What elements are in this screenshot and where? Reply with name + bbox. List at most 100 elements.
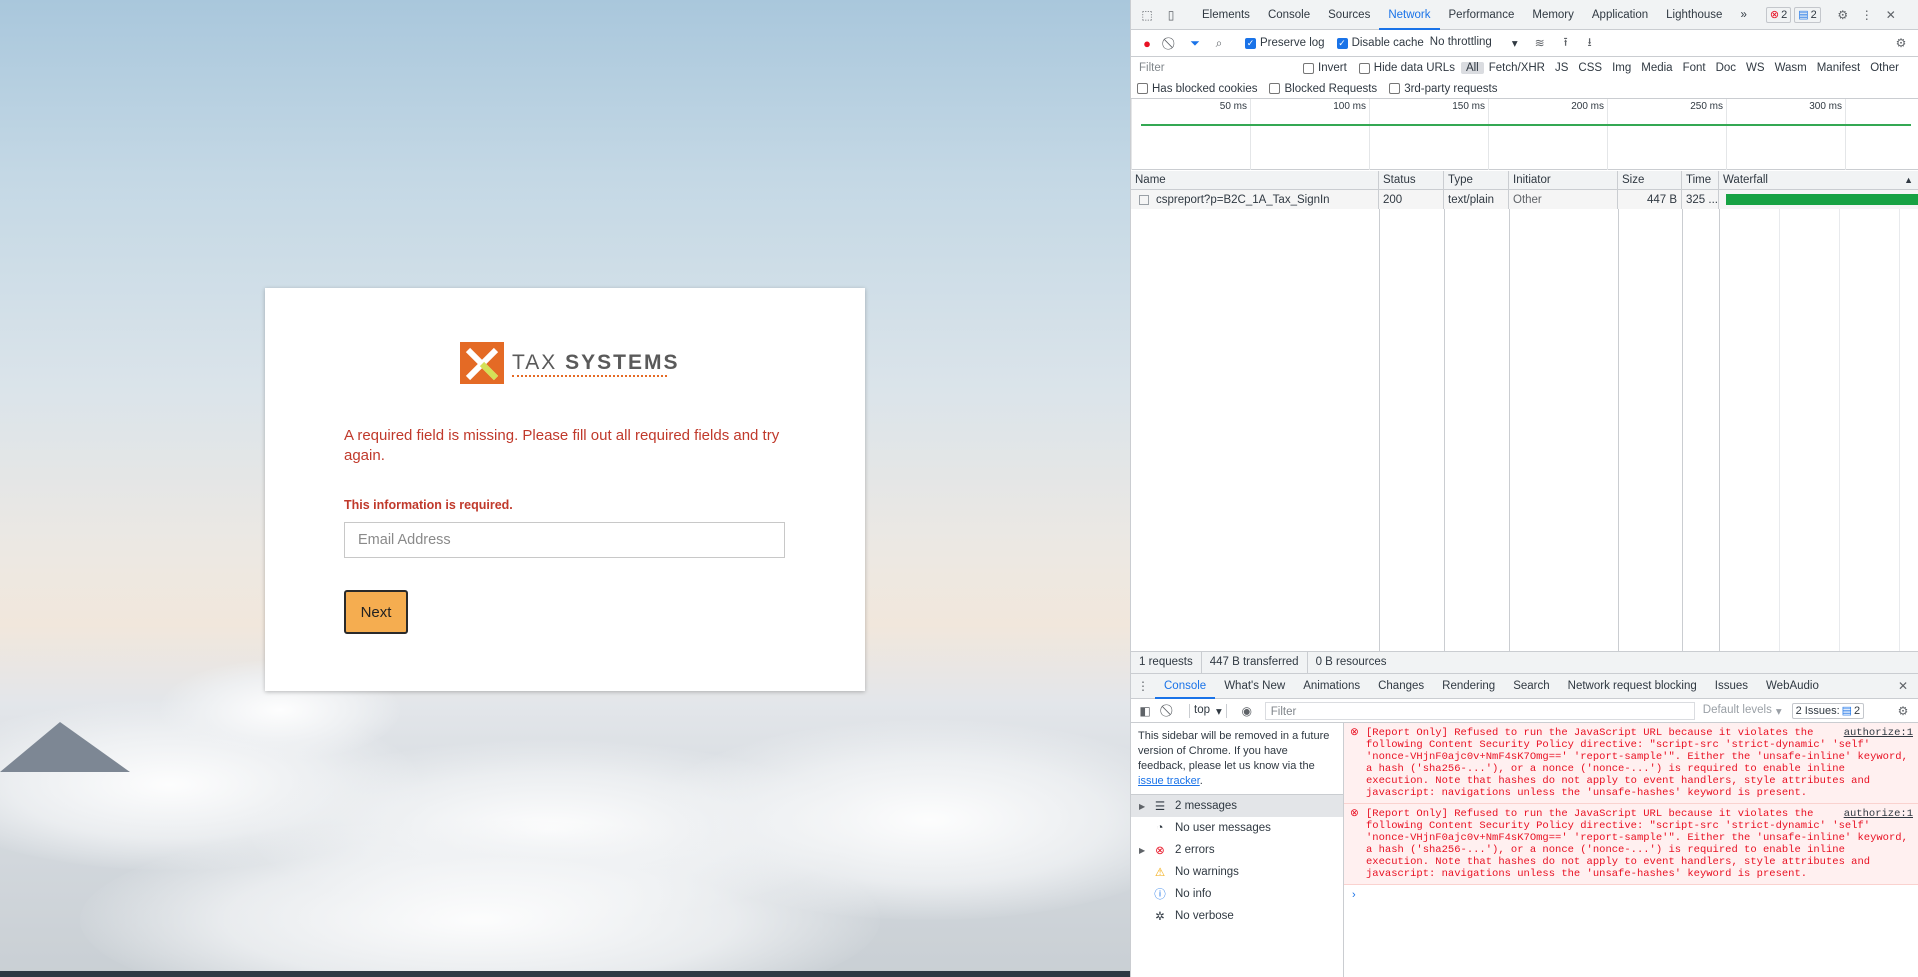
message-source-link[interactable]: authorize:1 xyxy=(1844,808,1913,820)
tab-performance[interactable]: Performance xyxy=(1440,0,1524,30)
clear-icon[interactable]: ⃠ xyxy=(1163,35,1179,51)
next-button[interactable]: Next xyxy=(344,590,408,634)
drawer-tab-network-request-blocking[interactable]: Network request blocking xyxy=(1559,674,1706,699)
network-conditions-icon[interactable]: ≋ xyxy=(1532,35,1548,51)
settings-gear-icon[interactable]: ⚙ xyxy=(1835,7,1851,23)
filter-type-all[interactable]: All xyxy=(1460,62,1484,74)
device-toolbar-icon[interactable]: ▯ xyxy=(1163,7,1179,23)
throttling-select[interactable]: No throttling ▾ xyxy=(1430,36,1518,50)
drawer-tab-webaudio[interactable]: WebAudio xyxy=(1757,674,1828,699)
filter-icon[interactable]: ⏷ xyxy=(1187,35,1203,51)
message-source-link[interactable]: authorize:1 xyxy=(1844,727,1913,739)
network-filter-input[interactable]: Filter xyxy=(1137,59,1297,77)
sidebar-item-errors[interactable]: ▶ ⊗ 2 errors xyxy=(1131,839,1343,861)
sidebar-item-user-messages[interactable]: ◔ No user messages xyxy=(1131,817,1343,839)
column-header-initiator[interactable]: Initiator xyxy=(1509,171,1618,189)
network-settings-icon[interactable]: ⚙ xyxy=(1893,35,1909,51)
filter-type-media[interactable]: Media xyxy=(1636,62,1677,74)
filter-type-fetch-xhr[interactable]: Fetch/XHR xyxy=(1484,62,1550,74)
more-tabs-button[interactable]: » xyxy=(1731,0,1755,30)
error-icon: ⊗ xyxy=(1350,808,1359,820)
tab-memory[interactable]: Memory xyxy=(1523,0,1583,30)
inspect-element-icon[interactable]: ⬚ xyxy=(1139,7,1155,23)
email-input[interactable] xyxy=(344,522,785,558)
sidebar-item-verbose[interactable]: ✲ No verbose xyxy=(1131,905,1343,927)
tax-systems-logo: TAX SYSTEMS xyxy=(460,342,680,384)
close-devtools-icon[interactable]: ✕ xyxy=(1883,7,1899,23)
network-overview-timeline[interactable]: 50 ms 100 ms 150 ms 200 ms 250 ms 300 ms xyxy=(1131,99,1918,170)
column-header-type[interactable]: Type xyxy=(1444,171,1509,189)
kebab-menu-icon[interactable]: ⋮ xyxy=(1859,7,1875,23)
console-filter-input[interactable]: Filter xyxy=(1264,701,1695,720)
close-drawer-icon[interactable]: ✕ xyxy=(1895,678,1911,694)
logo-word-tax: TAX xyxy=(512,351,558,374)
sidebar-item-messages[interactable]: ▶ ☰ 2 messages xyxy=(1131,795,1343,817)
drawer-menu-icon[interactable]: ⋮ xyxy=(1135,678,1151,694)
console-toolbar: ◧ ⃠ top ▾ ◉ Filter Default levels ▾ 2 Is… xyxy=(1131,699,1918,723)
third-party-requests-checkbox[interactable]: 3rd-party requests xyxy=(1389,83,1498,95)
tab-console[interactable]: Console xyxy=(1259,0,1319,30)
live-expression-eye-icon[interactable]: ◉ xyxy=(1239,703,1255,719)
sidebar-item-warnings[interactable]: ⚠ No warnings xyxy=(1131,861,1343,883)
tab-lighthouse[interactable]: Lighthouse xyxy=(1657,0,1731,30)
filter-type-manifest[interactable]: Manifest xyxy=(1812,62,1865,74)
filter-type-other[interactable]: Other xyxy=(1865,62,1904,74)
column-header-size[interactable]: Size xyxy=(1618,171,1682,189)
disable-cache-checkbox[interactable]: ✓ Disable cache xyxy=(1336,37,1424,49)
filter-type-css[interactable]: CSS xyxy=(1573,62,1607,74)
drawer-tab-changes[interactable]: Changes xyxy=(1369,674,1433,699)
timeline-tick: 150 ms xyxy=(1369,99,1488,170)
request-name: cspreport?p=B2C_1A_Tax_SignIn xyxy=(1156,193,1330,206)
console-sidebar: This sidebar will be removed in a future… xyxy=(1131,723,1344,977)
import-har-icon[interactable]: ⭱ xyxy=(1558,35,1574,51)
column-header-time[interactable]: Time xyxy=(1682,171,1719,189)
tab-sources[interactable]: Sources xyxy=(1319,0,1379,30)
context-select[interactable]: top ▾ xyxy=(1189,703,1227,718)
filter-type-img[interactable]: Img xyxy=(1607,62,1636,74)
preserve-log-checkbox[interactable]: ✓ Preserve log xyxy=(1245,37,1325,49)
console-prompt[interactable]: › xyxy=(1344,885,1918,905)
invert-checkbox[interactable]: Invert xyxy=(1303,62,1347,74)
tab-application[interactable]: Application xyxy=(1583,0,1657,30)
devtools-tab-bar: ⬚ ▯ Elements Console Sources Network Per… xyxy=(1131,0,1918,30)
tab-network[interactable]: Network xyxy=(1379,0,1440,30)
column-header-name[interactable]: Name xyxy=(1131,171,1379,189)
request-status: 200 xyxy=(1379,190,1444,209)
network-filter-row: Filter Invert Hide data URLs All Fetch/X… xyxy=(1131,57,1918,79)
filter-type-wasm[interactable]: Wasm xyxy=(1770,62,1812,74)
filter-type-font[interactable]: Font xyxy=(1678,62,1711,74)
drawer-tab-whats-new[interactable]: What's New xyxy=(1215,674,1294,699)
console-error-message[interactable]: ⊗ authorize:1 [Report Only] Refused to r… xyxy=(1344,804,1918,885)
expand-arrow-icon: ▶ xyxy=(1139,801,1146,811)
document-icon xyxy=(1139,194,1149,205)
table-row[interactable]: cspreport?p=B2C_1A_Tax_SignIn 200 text/p… xyxy=(1131,190,1918,209)
hide-data-urls-checkbox[interactable]: Hide data URLs xyxy=(1358,62,1455,74)
dropdown-arrow-icon: ▾ xyxy=(1511,38,1518,50)
error-count-badge[interactable]: ⊗ 2 xyxy=(1765,6,1792,23)
filter-type-doc[interactable]: Doc xyxy=(1711,62,1741,74)
drawer-tab-issues[interactable]: Issues xyxy=(1706,674,1757,699)
drawer-tab-animations[interactable]: Animations xyxy=(1294,674,1369,699)
column-header-waterfall[interactable]: Waterfall ▲ xyxy=(1719,171,1918,189)
console-settings-icon[interactable]: ⚙ xyxy=(1895,703,1911,719)
filter-type-ws[interactable]: WS xyxy=(1741,62,1770,74)
blocked-requests-checkbox[interactable]: Blocked Requests xyxy=(1269,83,1377,95)
search-icon[interactable]: ⌕ xyxy=(1211,35,1227,51)
drawer-tab-console[interactable]: Console xyxy=(1155,674,1216,699)
sidebar-item-info[interactable]: ⓘ No info xyxy=(1131,883,1343,905)
toggle-sidebar-icon[interactable]: ◧ xyxy=(1137,703,1153,719)
column-header-status[interactable]: Status xyxy=(1379,171,1444,189)
log-levels-select[interactable]: Default levels ▾ xyxy=(1703,704,1782,718)
record-icon[interactable]: ● xyxy=(1139,35,1155,51)
issue-count-badge[interactable]: ▤ 2 xyxy=(1794,6,1821,23)
has-blocked-cookies-checkbox[interactable]: Has blocked cookies xyxy=(1137,83,1257,95)
clear-console-icon[interactable]: ⃠ xyxy=(1161,703,1177,719)
drawer-tab-search[interactable]: Search xyxy=(1504,674,1558,699)
drawer-tab-rendering[interactable]: Rendering xyxy=(1433,674,1504,699)
issue-tracker-link[interactable]: issue tracker xyxy=(1138,775,1200,787)
tab-elements[interactable]: Elements xyxy=(1193,0,1259,30)
issues-button[interactable]: 2 Issues: ▤ 2 xyxy=(1791,702,1865,719)
filter-type-js[interactable]: JS xyxy=(1550,62,1573,74)
export-har-icon[interactable]: ⭳ xyxy=(1582,35,1598,51)
console-error-message[interactable]: ⊗ authorize:1 [Report Only] Refused to r… xyxy=(1344,723,1918,804)
